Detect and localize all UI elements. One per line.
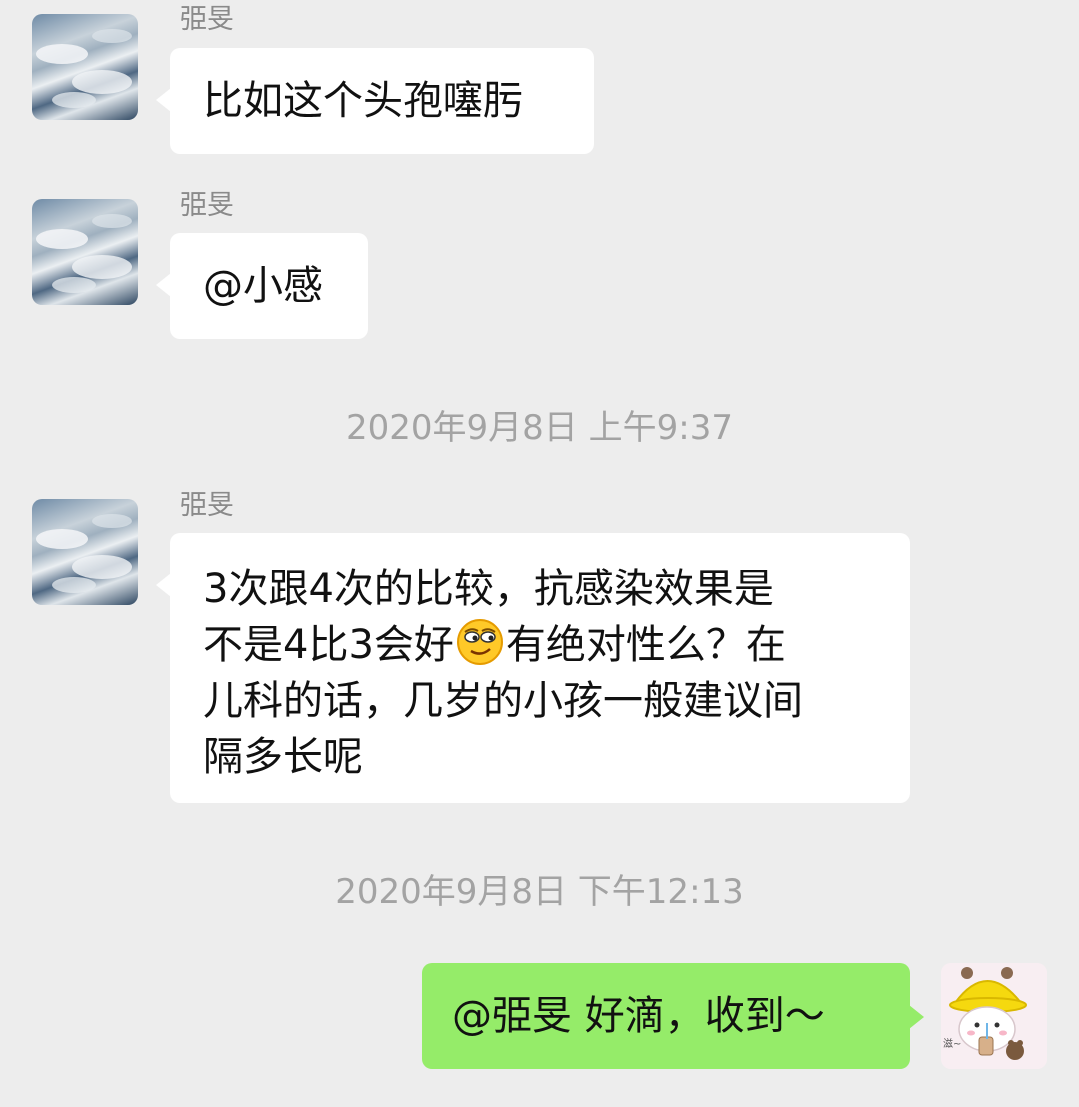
yellow-hat-bear-icon: 滋~: [941, 963, 1047, 1069]
message-text: 比如这个头孢噻肟: [203, 78, 523, 124]
my-message-bubble[interactable]: @弫旻 好滴，收到～: [422, 963, 924, 1069]
avatar-caption: 滋~: [943, 1037, 961, 1050]
sky-clouds-icon: [36, 29, 132, 108]
contact-avatar[interactable]: [32, 199, 138, 305]
message-line: 隔多长呢: [203, 734, 363, 780]
message-bubble[interactable]: 3次跟4次的比较，抗感染效果是 不是4比3会好 有绝对性么？在 儿科的话，几岁的…: [156, 533, 910, 803]
message-text: 有绝对性么？在: [505, 622, 786, 668]
timestamp: 2020年9月8日 上午9:37: [346, 408, 733, 448]
contact-avatar[interactable]: [32, 499, 138, 605]
sender-name: 弫旻: [180, 190, 234, 221]
message-line: 3次跟4次的比较，抗感染效果是: [203, 566, 774, 612]
message-text: @弫旻 好滴，收到～: [452, 993, 825, 1039]
message-text: @小感: [203, 263, 323, 309]
sky-clouds-icon: [36, 214, 132, 293]
sender-name: 弫旻: [180, 4, 234, 35]
sender-name: 弫旻: [180, 490, 234, 521]
sky-clouds-icon: [36, 514, 132, 593]
my-avatar[interactable]: 滋~: [941, 963, 1047, 1069]
smirk-emoji-icon: [456, 618, 504, 666]
message-bubble[interactable]: 比如这个头孢噻肟: [156, 48, 594, 154]
timestamp: 2020年9月8日 下午12:13: [335, 872, 744, 912]
message-text: 不是4比3会好: [203, 622, 454, 668]
contact-avatar[interactable]: [32, 14, 138, 120]
message-line: 不是4比3会好 有绝对性么？在: [203, 617, 910, 673]
message-line: 儿科的话，几岁的小孩一般建议间: [203, 678, 803, 724]
message-bubble[interactable]: @小感: [156, 233, 368, 339]
